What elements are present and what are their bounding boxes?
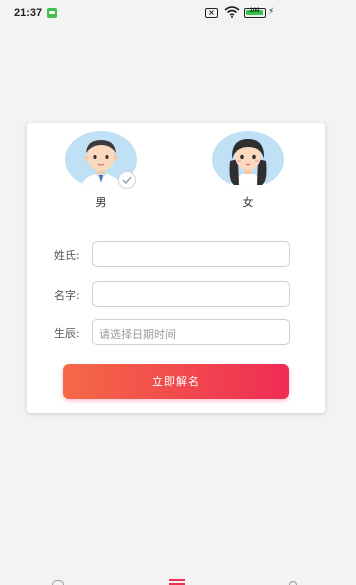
message-notification-icon xyxy=(47,8,57,18)
birth-time-label: 生辰: xyxy=(54,327,80,340)
surname-row: 姓氏: xyxy=(27,241,325,267)
given-name-label: 名字: xyxy=(54,289,80,302)
female-label: 女 xyxy=(242,196,254,209)
surname-label: 姓氏: xyxy=(54,249,80,262)
nav-name-icon[interactable] xyxy=(169,579,185,585)
birth-datetime-picker[interactable]: 请选择日期时间 xyxy=(92,319,290,345)
nav-profile-icon[interactable] xyxy=(289,581,297,585)
wifi-icon xyxy=(224,6,240,18)
gender-option-female[interactable]: 女 xyxy=(210,131,286,210)
submit-button[interactable]: 立即解名 xyxy=(63,364,289,399)
female-avatar xyxy=(212,131,284,188)
status-time: 21:37 xyxy=(14,7,43,19)
selected-check-icon xyxy=(118,171,136,189)
bottom-navigation xyxy=(0,575,356,585)
birth-time-row: 生辰: 请选择日期时间 xyxy=(27,319,325,345)
gender-option-male[interactable]: 男 xyxy=(63,131,139,210)
male-label: 男 xyxy=(95,196,107,209)
battery-icon: 100 xyxy=(244,8,266,18)
surname-input[interactable] xyxy=(92,241,290,267)
name-form-card: 男 女 姓氏: 名字: 生辰: 请选择日期时间 立即解名 xyxy=(27,123,325,413)
charging-icon: ⚡ xyxy=(268,7,275,17)
sim-card-icon: × xyxy=(205,8,218,18)
given-name-input[interactable] xyxy=(92,281,290,307)
given-name-row: 名字: xyxy=(27,281,325,307)
battery-level: 100 xyxy=(249,8,260,14)
nav-home-icon[interactable] xyxy=(52,580,64,585)
status-bar: 21:37 × 100 ⚡ xyxy=(0,0,356,28)
